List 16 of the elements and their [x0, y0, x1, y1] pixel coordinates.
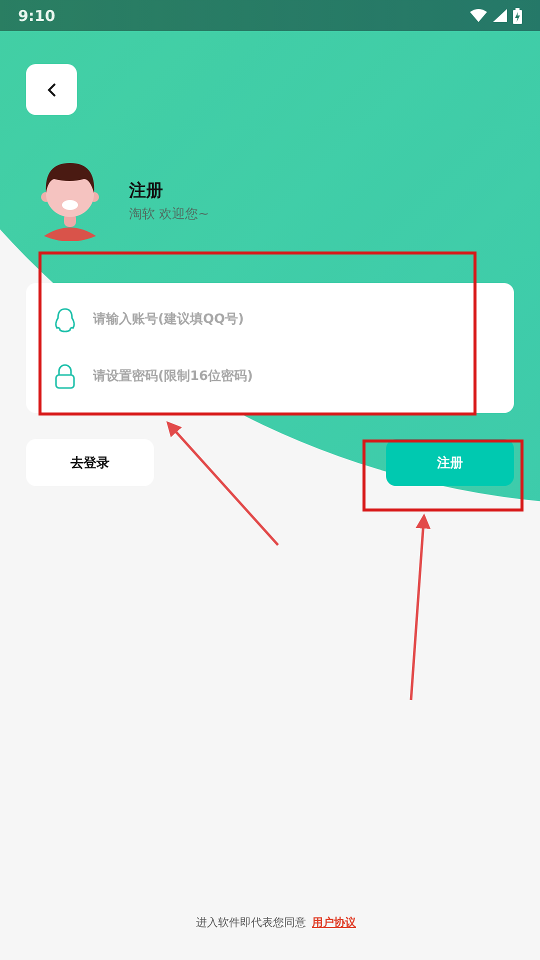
input-field[interactable]: 请输入账号(建议填QQ号) [93, 300, 453, 340]
penguin-icon [54, 306, 76, 332]
lock-icon [54, 364, 76, 390]
page-title: 注册 [129, 180, 164, 202]
agreement-text: 进入软件即代表您同意 [196, 915, 306, 930]
input-field[interactable]: 请设置密码(限制16位密码) [93, 356, 453, 396]
status-time: 9:10 [18, 6, 56, 24]
user-agreement-link[interactable]: 用户协议 [312, 915, 356, 930]
wifi-icon [470, 9, 487, 22]
back-icon [46, 82, 58, 98]
battery-icon [513, 8, 522, 24]
register-button[interactable]: 注册 [386, 439, 514, 486]
signal-icon [493, 9, 507, 22]
back-button[interactable] [26, 64, 77, 115]
welcome-subtitle: 淘软 欢迎您~ [129, 206, 210, 223]
login-button[interactable]: 去登录 [26, 439, 154, 486]
